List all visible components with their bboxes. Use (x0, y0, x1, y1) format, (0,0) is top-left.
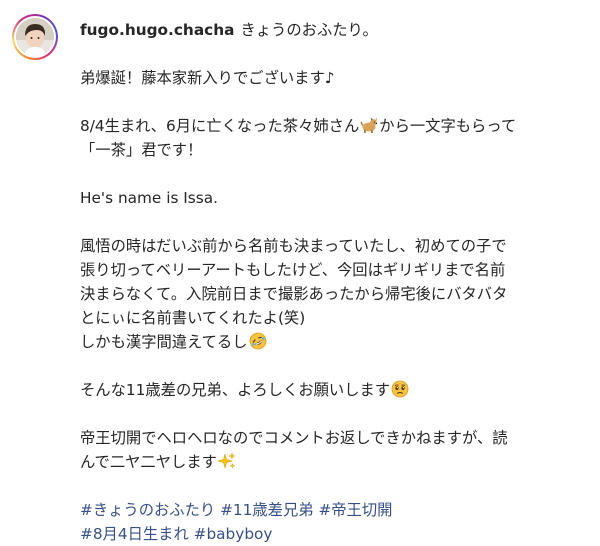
caption-header: fugo.hugo.chacha きょうのおふたり。 (80, 18, 590, 42)
caption-born-line: 8/4生まれ、6月に亡くなった茶々姉さん から一文字もらって (80, 114, 590, 138)
story-ring[interactable] (12, 14, 58, 60)
caption-story-4: とにぃに名前書いてくれたよ(笑) (80, 309, 306, 327)
caption-born-text-b: から一文字もらって (379, 117, 517, 135)
hashtag-link[interactable]: #babyboy (194, 525, 273, 543)
dog-icon (360, 116, 378, 134)
username-link[interactable]: fugo.hugo.chacha (80, 21, 234, 39)
caption-regards-row: そんな11歳差の兄弟、よろしくお願いします (80, 378, 590, 402)
hashtags-row-1: #きょうのおふたり #11歳差兄弟 #帝王切開 (80, 498, 590, 522)
caption-reply-2: んで二ヤ二ヤします (80, 453, 217, 471)
caption-story-2: 張り切ってベリーアートもしたけど、今回はギリギリまで名前 (80, 261, 506, 279)
caption-story-3: 決まらなくて。入院前日まで撮影あったから帰宅後にバタバタ (80, 285, 508, 303)
hashtag-link[interactable]: #11歳差兄弟 (220, 501, 313, 519)
caption-born-name: 「一茶」君です！ (80, 141, 203, 159)
avatar[interactable] (16, 18, 54, 56)
caption-story-5: しかも漢字間違えてるし (80, 333, 248, 351)
hashtag-link[interactable]: #帝王切開 (318, 501, 392, 519)
caption-announcement: 弟爆誕！藤本家新入りでございます♪ (80, 69, 335, 87)
instagram-post: fugo.hugo.chacha きょうのおふたり。 弟爆誕！藤本家新入りでござい… (0, 0, 600, 543)
caption-story-1: 風悟の時はだいぶ前から名前も決まっていたし、初めての子で (80, 237, 507, 255)
caption-reply-1: 帝王切開でヘロヘロなのでコメントお返しできかねますが、読 (80, 429, 508, 447)
caption-reply-2-row: んで二ヤ二ヤします (80, 450, 590, 474)
rolling-laughing-icon (249, 332, 267, 350)
pleading-face-icon (391, 380, 409, 398)
post-caption: fugo.hugo.chacha きょうのおふたり。 弟爆誕！藤本家新入りでござい… (80, 18, 590, 546)
sparkles-icon (217, 452, 236, 470)
hashtags-row-2: #8月4日生まれ #babyboy (80, 522, 590, 546)
caption-english: He's name is Issa. (80, 189, 218, 207)
profile-photo-icon (16, 18, 54, 56)
hashtag-link[interactable]: #8月4日生まれ (80, 525, 189, 543)
post-title: きょうのおふたり。 (240, 21, 378, 39)
caption-regards: そんな11歳差の兄弟、よろしくお願いします (80, 381, 391, 399)
caption-story-5-row: しかも漢字間違えてるし (80, 330, 590, 354)
caption-born-text-a: 8/4生まれ、6月に亡くなった茶々姉さん (80, 117, 360, 135)
hashtag-link[interactable]: #きょうのおふたり (80, 501, 215, 519)
